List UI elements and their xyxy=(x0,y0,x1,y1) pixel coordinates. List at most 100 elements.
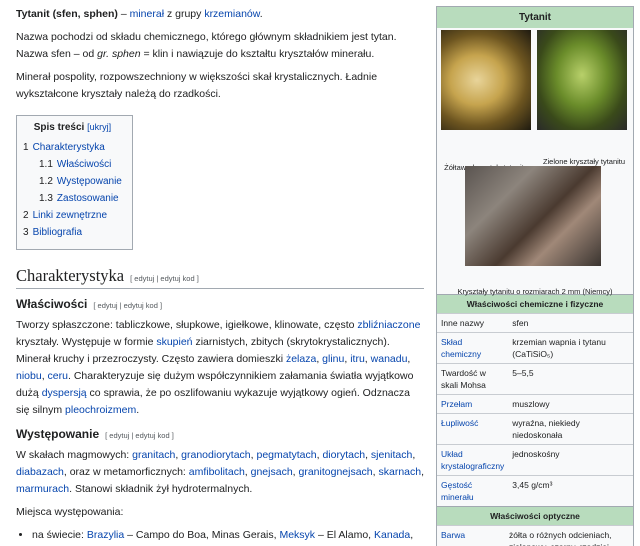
infobox-key: Inne nazwy xyxy=(437,313,509,333)
infobox-key: Twardość w skali Mohsa xyxy=(437,363,509,395)
infobox-key[interactable]: Barwa xyxy=(437,525,505,546)
infobox-value: 3,45 g/cm³ xyxy=(508,475,633,506)
comma: , xyxy=(421,466,425,478)
link-dyspersja[interactable]: dyspersją xyxy=(42,387,87,399)
rock-link[interactable]: pegmatytach xyxy=(256,449,316,461)
infobox-value: wyraźna, niekiedy niedoskonała xyxy=(508,413,633,445)
toc-list: 1 Charakterystyka 1.1 Właściwości 1.2 Występo… xyxy=(23,139,122,241)
edit-section-link[interactable]: [ edytuj | edytuj kod ] xyxy=(93,301,162,310)
etymology-paragraph: Nazwa pochodzi od składu chemicznego, kt… xyxy=(16,29,424,63)
rock-link[interactable]: diorytach xyxy=(322,449,365,461)
infobox-key[interactable]: Gęstość minerału xyxy=(437,475,509,506)
comma: , xyxy=(410,529,414,541)
text: , oraz w metamorficznych: xyxy=(63,466,189,478)
list-item: na świecie: Brazylia – Campo do Boa, Min… xyxy=(32,527,424,546)
text: – El Alamo, xyxy=(315,529,375,541)
common-paragraph: Minerał pospolity, rozpowszechniony w wi… xyxy=(16,71,378,100)
rock-link[interactable]: diabazach xyxy=(16,466,64,478)
link-pleochroizm[interactable]: pleochroizmem xyxy=(65,404,136,416)
rock-link[interactable]: gnejsach xyxy=(251,466,293,478)
link-zblizniaczone[interactable]: zbliźniaczone xyxy=(357,319,420,331)
infobox-title: Tytanit xyxy=(437,7,633,28)
infobox-row: Skład chemiczny krzemian wapnia i tytanu … xyxy=(437,332,633,364)
infobox-value: 5–5,5 xyxy=(508,363,633,395)
rock-link[interactable]: skarnach xyxy=(378,466,421,478)
edit-section-link[interactable]: [ edytuj | edytuj kod ] xyxy=(130,274,199,283)
rock-link[interactable]: sjenitach xyxy=(371,449,412,461)
rock-link[interactable]: granitach xyxy=(132,449,175,461)
text: . Stanowi składnik żył hydrotermalnych. xyxy=(69,483,253,495)
toc-link[interactable]: Bibliografia xyxy=(33,227,82,238)
link-cer[interactable]: ceru xyxy=(48,370,68,382)
infobox-row: Przełam muszlowy xyxy=(437,394,633,414)
text: Tworzy spłaszczone: tabliczkowe, słupkow… xyxy=(16,319,358,331)
link-niob[interactable]: niobu xyxy=(16,370,42,382)
etymology-end: = klin i nawiązuje do kształtu kryształó… xyxy=(140,48,375,60)
infobox-value: żółta o różnych odcieniach, zielonawy, c… xyxy=(505,525,633,546)
infobox-row: Twardość w skali Mohsa 5–5,5 xyxy=(437,363,633,395)
rock-link[interactable]: granodiorytach xyxy=(181,449,250,461)
country-link[interactable]: Meksyk xyxy=(279,529,315,541)
places-list: na świecie: Brazylia – Campo do Boa, Min… xyxy=(16,527,424,546)
link-itr[interactable]: itru xyxy=(350,353,365,365)
toc-link[interactable]: Właściwości xyxy=(57,159,111,170)
text: na świecie: xyxy=(32,529,87,541)
toc-item[interactable]: 3 Bibliografia xyxy=(23,224,122,241)
toc-link[interactable]: Zastosowanie xyxy=(57,193,119,204)
table-of-contents: Spis treści [ukryj] 1 Charakterystyka 1.1 W… xyxy=(16,115,133,250)
section-heading-charakterystyka: Charakterystyka [ edytuj | edytuj kod ] xyxy=(16,266,424,289)
yellow-crystals-image[interactable] xyxy=(441,30,531,130)
link-skupienie[interactable]: skupień xyxy=(156,336,192,348)
infobox-row: Łupliwość wyraźna, niekiedy niedoskonała xyxy=(437,413,633,445)
greek-abbr: gr. xyxy=(97,48,110,60)
toc-number: 3 xyxy=(23,227,29,238)
infobox-images: Żółtawe kryształy tytanitu Zielone krysz… xyxy=(437,28,633,296)
toc-item[interactable]: 2 Linki zewnętrzne xyxy=(23,207,122,224)
toc-number: 1.1 xyxy=(39,159,53,170)
toc-item[interactable]: 1.1 Właściwości xyxy=(23,156,122,173)
toc-item[interactable]: 1 Charakterystyka xyxy=(23,139,122,156)
infobox-row: Barważółta o różnych odcieniach, zielona… xyxy=(437,525,633,546)
section-heading-wlasciwosci: Właściwości [ edytuj | edytuj kod ] xyxy=(16,297,424,311)
infobox-table-optical: Barważółta o różnych odcieniach, zielona… xyxy=(437,525,633,546)
country-link[interactable]: Kanada xyxy=(374,529,410,541)
toc-link[interactable]: Charakterystyka xyxy=(33,142,105,153)
green-crystals-image[interactable] xyxy=(537,30,627,130)
small-crystals-image[interactable] xyxy=(465,166,601,266)
edit-section-link[interactable]: [ edytuj | edytuj kod ] xyxy=(105,431,174,440)
image-caption: Kryształy tytanitu o rozmiarach 2 mm (Ni… xyxy=(457,287,613,296)
toc-item[interactable]: 1.3 Zastosowanie xyxy=(23,190,122,207)
link-wanad[interactable]: wanadu xyxy=(371,353,408,365)
toc-number: 1 xyxy=(23,142,29,153)
article-title: Tytanit xyxy=(16,8,50,20)
toc-item[interactable]: 1.2 Występowanie xyxy=(23,173,122,190)
country-link[interactable]: Brazylia xyxy=(87,529,124,541)
toc-number: 2 xyxy=(23,210,29,221)
infobox-key[interactable]: Skład chemiczny xyxy=(437,332,509,364)
rock-link[interactable]: amfibolitach xyxy=(189,466,245,478)
text: . xyxy=(136,404,140,416)
dash: – xyxy=(120,8,127,20)
infobox-key[interactable]: Łupliwość xyxy=(437,413,509,445)
infobox-key[interactable]: Przełam xyxy=(437,394,509,414)
rock-link[interactable]: marmurach xyxy=(16,483,69,495)
toc-link[interactable]: Linki zewnętrzne xyxy=(33,210,107,221)
heading-text: Właściwości xyxy=(16,297,88,311)
section-heading-wystepowanie: Występowanie [ edytuj | edytuj kod ] xyxy=(16,427,424,441)
text: kryształy. Występuje w formie xyxy=(16,336,157,348)
group-text: z grupy xyxy=(166,8,202,20)
toc-link[interactable]: Występowanie xyxy=(57,176,122,187)
link-mineral[interactable]: minerał xyxy=(130,8,164,20)
text: – Campo do Boa, Minas Gerais, xyxy=(124,529,280,541)
infobox-key[interactable]: Układ krystalograficzny xyxy=(437,444,509,476)
link-zelazo[interactable]: żelaza xyxy=(286,353,316,365)
link-glin[interactable]: glinu xyxy=(322,353,344,365)
infobox-row: Gęstość minerału 3,45 g/cm³ xyxy=(437,475,633,506)
toc-toggle[interactable]: [ukryj] xyxy=(87,122,111,132)
rock-link[interactable]: granitognejsach xyxy=(299,466,373,478)
infobox-table: Inne nazwy sfen Skład chemiczny krzemian wa… xyxy=(437,313,633,506)
link-krzemiany[interactable]: krzemianów xyxy=(204,8,259,20)
places-label: Miejsca występowania: xyxy=(16,506,124,518)
occurrence-paragraph: W skałach magmowych: granitach, granodio… xyxy=(16,447,424,498)
article-content: Tytanit (sfen, sphen) – minerał z grupy … xyxy=(16,6,424,546)
